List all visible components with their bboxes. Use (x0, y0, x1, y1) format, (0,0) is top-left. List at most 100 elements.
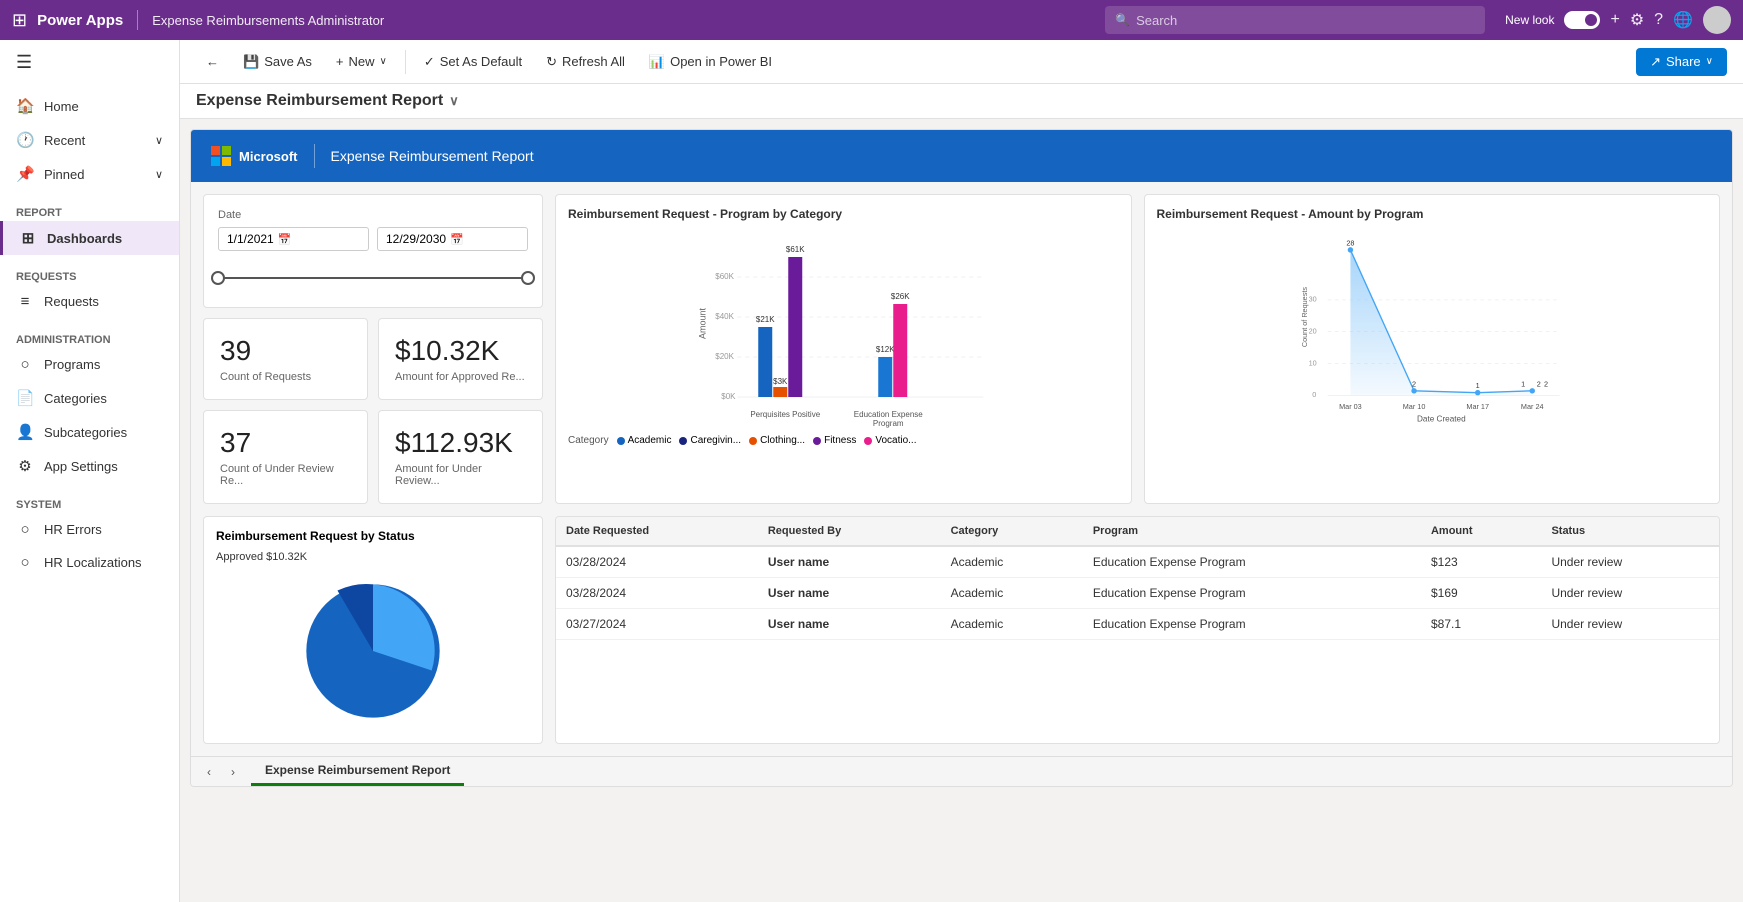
help-icon[interactable]: ? (1654, 11, 1663, 29)
cell-program: Education Expense Program (1083, 609, 1421, 640)
set-default-button[interactable]: ✓ Set As Default (414, 49, 532, 75)
sidebar-item-hr-localizations[interactable]: ○ HR Localizations (0, 546, 179, 579)
svg-text:$21K: $21K (756, 315, 775, 324)
sidebar-hamburger[interactable]: ☰ (0, 40, 179, 85)
chevron-down-icon: ∨ (155, 168, 163, 181)
report-title-chevron-icon: ∨ (449, 93, 459, 109)
pie-chart-card: Reimbursement Request by Status Approved… (203, 516, 543, 744)
cell-status: Under review (1541, 578, 1719, 609)
refresh-all-button[interactable]: ↻ Refresh All (536, 49, 635, 75)
line-chart-svg: Count of Requests 0 10 20 30 (1157, 229, 1708, 429)
open-powerbi-button[interactable]: 📊 Open in Power BI (639, 49, 782, 75)
back-button[interactable]: ← (196, 49, 229, 74)
svg-text:$20K: $20K (715, 352, 734, 361)
svg-text:Education Expense: Education Expense (854, 410, 923, 419)
ms-square-yellow (222, 157, 231, 166)
bar-ed-vocatio[interactable] (893, 304, 907, 397)
sidebar-item-dashboards[interactable]: ⊞ Dashboards (0, 221, 179, 255)
add-icon[interactable]: + (1610, 11, 1619, 29)
cell-program: Education Expense Program (1083, 546, 1421, 578)
sidebar-item-pinned[interactable]: 📌 Pinned ∨ (0, 157, 179, 191)
save-icon: 💾 (243, 54, 259, 70)
page-left-arrow[interactable]: ‹ (199, 762, 219, 782)
bar-pq-clothing[interactable] (773, 387, 787, 397)
ms-square-blue (211, 157, 220, 166)
svg-text:20: 20 (1308, 327, 1316, 336)
legend-item-academic: Academic (617, 435, 672, 446)
sidebar-item-subcategories[interactable]: 👤 Subcategories (0, 415, 179, 449)
cell-date: 03/27/2024 (556, 609, 758, 640)
col-requested-by[interactable]: Requested By (758, 517, 941, 546)
data-table-card: Date Requested Requested By Category Pro… (555, 516, 1720, 744)
save-as-button[interactable]: 💾 Save As (233, 49, 322, 75)
bar-pq-fitness[interactable] (788, 257, 802, 397)
sidebar-item-categories[interactable]: 📄 Categories (0, 381, 179, 415)
svg-text:10: 10 (1308, 358, 1316, 367)
bar-chart-card: Reimbursement Request - Program by Categ… (555, 194, 1132, 504)
date-range-slider[interactable] (218, 263, 528, 293)
sidebar-item-requests[interactable]: ≡ Requests (0, 285, 179, 318)
new-button[interactable]: + New ∨ (326, 49, 397, 74)
cell-category: Academic (941, 578, 1083, 609)
sidebar-item-hr-errors[interactable]: ○ HR Errors (0, 513, 179, 546)
search-input[interactable] (1136, 13, 1475, 28)
bar-ed-academic[interactable] (878, 357, 892, 397)
kpi-card-2: 37 Count of Under Review Re... (203, 410, 368, 504)
range-track (218, 277, 528, 279)
legend-category-label: Category (568, 435, 609, 446)
svg-text:Mar 17: Mar 17 (1466, 402, 1489, 411)
avatar[interactable] (1703, 6, 1731, 34)
col-category[interactable]: Category (941, 517, 1083, 546)
col-program[interactable]: Program (1083, 517, 1421, 546)
recent-icon: 🕐 (16, 131, 34, 149)
range-thumb-left[interactable] (211, 271, 225, 285)
page-right-arrow[interactable]: › (223, 762, 243, 782)
plus-icon: + (336, 54, 344, 69)
range-thumb-right[interactable] (521, 271, 535, 285)
sidebar-item-home[interactable]: 🏠 Home (0, 89, 179, 123)
sidebar-item-app-settings[interactable]: ⚙ App Settings (0, 449, 179, 483)
line-chart-area: Count of Requests 0 10 20 30 (1157, 229, 1708, 429)
new-look-toggle[interactable] (1564, 11, 1600, 29)
settings-icon[interactable]: ⚙ (1630, 10, 1644, 30)
end-date-value: 12/29/2030 (386, 232, 446, 246)
end-date-input[interactable]: 12/29/2030 📅 (377, 227, 528, 251)
kpi-label: Amount for Approved Re... (395, 371, 526, 383)
kpi-label: Count of Under Review Re... (220, 463, 351, 487)
pie-chart-svg (293, 571, 453, 731)
world-icon[interactable]: 🌐 (1673, 10, 1693, 30)
svg-text:Count of Requests: Count of Requests (1299, 287, 1308, 348)
kpi-value: 39 (220, 335, 351, 367)
svg-text:0: 0 (1312, 390, 1316, 399)
waffle-icon[interactable]: ⊞ (12, 10, 27, 31)
cell-requested-by: User name (758, 578, 941, 609)
bar-chart-area: Amount $0K $20K $40K $60K (568, 229, 1119, 429)
report-tab-main[interactable]: Expense Reimbursement Report (251, 757, 464, 786)
search-bar[interactable]: 🔍 (1105, 6, 1485, 34)
data-point-0 (1347, 247, 1352, 252)
share-button[interactable]: ↗ Share ∨ (1636, 48, 1727, 76)
col-date[interactable]: Date Requested (556, 517, 758, 546)
svg-text:$61K: $61K (786, 245, 805, 254)
bar-chart-title: Reimbursement Request - Program by Categ… (568, 207, 1119, 221)
calendar-icon-2: 📅 (450, 233, 464, 246)
date-filter-card: Date 1/1/2021 📅 12/29/2030 📅 (203, 194, 543, 308)
calendar-icon: 📅 (278, 233, 292, 246)
col-amount[interactable]: Amount (1421, 517, 1541, 546)
date-filter-label: Date (218, 209, 528, 221)
report-banner: Microsoft Expense Reimbursement Report (191, 130, 1732, 182)
legend-dot (749, 437, 757, 445)
app-name: Expense Reimbursements Administrator (152, 13, 384, 28)
bar-pq-academic[interactable] (758, 327, 772, 397)
sidebar-item-programs[interactable]: ○ Programs (0, 348, 179, 381)
sidebar-section-label-report: Report (0, 199, 179, 221)
bar-chart-svg: Amount $0K $20K $40K $60K (568, 229, 1119, 429)
col-status[interactable]: Status (1541, 517, 1719, 546)
kpi-value: $112.93K (395, 427, 526, 459)
sidebar-item-label: HR Localizations (44, 555, 142, 570)
start-date-input[interactable]: 1/1/2021 📅 (218, 227, 369, 251)
cell-date: 03/28/2024 (556, 546, 758, 578)
share-chevron-icon: ∨ (1706, 56, 1713, 67)
legend-dot (864, 437, 872, 445)
sidebar-item-recent[interactable]: 🕐 Recent ∨ (0, 123, 179, 157)
